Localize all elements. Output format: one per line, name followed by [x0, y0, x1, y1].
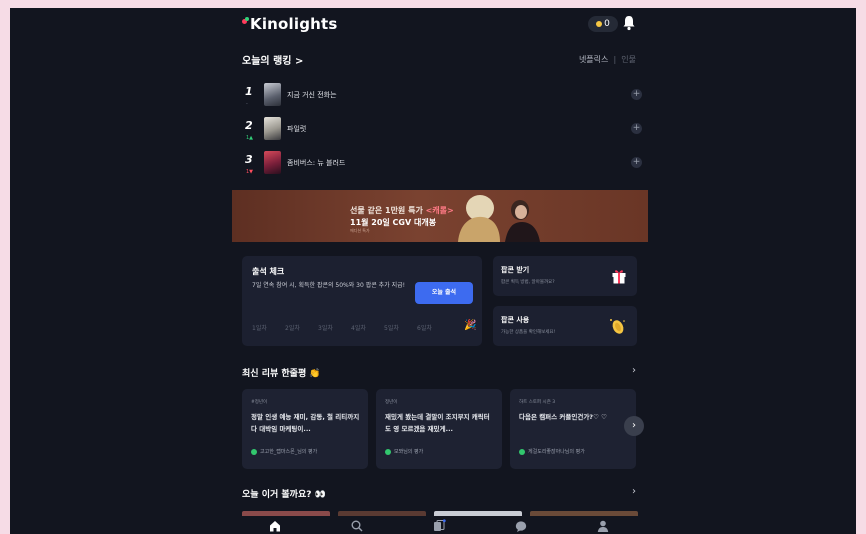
popcorn-count: 0 [604, 19, 610, 29]
review-text: 재밌게 봤는데 결말이 조지부지 캐릭터도 영 모르겠음 재밌게... [385, 413, 490, 433]
chat-icon[interactable] [514, 519, 528, 533]
review-card[interactable]: 정년이 재밌게 봤는데 결말이 조지부지 캐릭터도 영 모르겠음 재밌게... … [376, 389, 502, 469]
reviews-section-title: 최신 리뷰 한줄평 👏 [242, 369, 321, 379]
popcorn-get-subtitle: 팝콘 획득 방법, 알아볼까요? [501, 280, 555, 285]
rank-title: 지금 거신 전화는 [287, 91, 337, 99]
main-column: Kinolights 0 오늘의 랭킹 > 넷플릭스 | 인물 1 - 지금 거… [232, 8, 648, 534]
logo-text: Kinolights [250, 15, 338, 33]
review-card[interactable]: 하트 스토퍼 시즌 3 다음은 캠퍼스 커플인건가?♡ ♡ 게걸도리좋잖아나님의… [510, 389, 636, 469]
poster-thumbnail [264, 83, 281, 106]
review-author: 모뫄님의 평가 [385, 448, 423, 455]
logo-green-dot [245, 17, 249, 21]
day-label: 4일차 [351, 325, 366, 332]
ranking-source-tabs: 넷플릭스 | 인물 [579, 54, 636, 65]
banner-line3: 에디션 특가 [350, 228, 370, 233]
banner-photo [458, 195, 540, 242]
review-tag: 하트 스토퍼 시즌 3 [519, 400, 556, 405]
chevron-right-icon[interactable]: › [632, 365, 636, 376]
review-author-text: 고고한_랩마스몬_님의 평가 [260, 449, 318, 455]
search-icon[interactable] [350, 519, 364, 533]
rank-change: 1▲ [246, 135, 254, 141]
rank-change: 1▼ [246, 169, 254, 175]
popcorn-balance[interactable]: 0 [588, 16, 618, 32]
user-avatar-icon [519, 448, 525, 455]
rank-title: 좀비버스: 뉴 블러드 [287, 159, 346, 167]
popcorn-get-card[interactable]: 팝콘 받기 팝콘 획득 방법, 알아볼까요? [493, 256, 637, 296]
review-text: 정말 인생 예능 재미, 감동, 철 리티까지 다 대박임 마케팅이... [251, 413, 360, 433]
rank-number: 3 [245, 153, 253, 166]
rank-change: - [246, 101, 248, 107]
poster-thumbnail [264, 117, 281, 140]
tab-people[interactable]: 인물 [621, 55, 636, 64]
review-tag: #정년이 [251, 400, 268, 405]
carousel-next-button[interactable]: › [624, 416, 644, 436]
kinolights-logo[interactable]: Kinolights [242, 15, 338, 33]
user-avatar-icon [385, 448, 391, 455]
review-author-text: 게걸도리좋잖아나님의 평가 [528, 449, 585, 455]
review-card[interactable]: #정년이 정말 인생 예능 재미, 감동, 철 리티까지 다 대박임 마케팅이.… [242, 389, 368, 469]
day-label: 2일차 [285, 325, 300, 332]
ranking-item[interactable]: 3 1▼ 좀비버스: 뉴 블러드 + [242, 150, 642, 178]
app-frame: Kinolights 0 오늘의 랭킹 > 넷플릭스 | 인물 1 - 지금 거… [10, 8, 856, 534]
today-section-title: 오늘 이거 볼까요? 👀 [242, 490, 326, 500]
attendance-card: 출석 체크 7일 연속 참여 시, 획득한 팝콘의 50%와 30 팝콘 추가 … [242, 256, 482, 346]
popcorn-use-title: 팝콘 사용 [501, 316, 530, 324]
banner-line2: 11월 20일 CGV 대개봉 [350, 218, 437, 227]
attendance-title: 출석 체크 [252, 267, 285, 276]
home-icon[interactable] [268, 519, 282, 533]
check-in-button[interactable]: 오늘 출석 [415, 282, 473, 304]
community-icon[interactable] [432, 519, 446, 533]
attendance-days: 1일차 2일차 3일차 4일차 5일차 6일차 [252, 323, 472, 333]
rank-number: 2 [245, 119, 253, 132]
ranking-title[interactable]: 오늘의 랭킹 > [242, 52, 303, 67]
add-icon[interactable]: + [631, 89, 642, 100]
coin-icon [610, 319, 625, 334]
party-popper-icon: 🎉 [464, 320, 477, 331]
chevron-right-icon[interactable]: › [632, 486, 636, 497]
review-author-text: 모뫄님의 평가 [394, 449, 424, 455]
review-tag: 정년이 [385, 400, 398, 405]
add-icon[interactable]: + [631, 123, 642, 134]
bottom-navigation [232, 516, 648, 534]
review-text: 다음은 캠퍼스 커플인건가?♡ ♡ [519, 413, 607, 421]
rank-number: 1 [245, 85, 253, 98]
day-label: 3일차 [318, 325, 333, 332]
top-header: Kinolights 0 [232, 8, 648, 42]
banner-line1: 선물 같은 1만원 특가 <캐롤> [350, 205, 454, 216]
poster-thumbnail [264, 151, 281, 174]
review-author: 게걸도리좋잖아나님의 평가 [519, 448, 585, 455]
add-icon[interactable]: + [631, 157, 642, 168]
promo-banner[interactable]: 선물 같은 1만원 특가 <캐롤> 11월 20일 CGV 대개봉 에디션 특가 [232, 190, 648, 242]
popcorn-use-card[interactable]: 팝콘 사용 가능한 상품을 확인해보세요! [493, 306, 637, 346]
profile-icon[interactable] [596, 519, 610, 533]
popcorn-use-subtitle: 가능한 상품을 확인해보세요! [501, 330, 556, 335]
day-label: 6일차 [417, 325, 432, 332]
popcorn-icon [596, 20, 603, 27]
gift-icon [612, 270, 626, 284]
tab-netflix[interactable]: 넷플릭스 [579, 55, 608, 64]
rank-title: 파일럿 [287, 125, 307, 133]
day-label: 1일차 [252, 325, 267, 332]
banner-background [232, 190, 648, 242]
popcorn-get-title: 팝콘 받기 [501, 266, 530, 274]
review-author: 고고한_랩마스몬_님의 평가 [251, 448, 317, 455]
ranking-item[interactable]: 2 1▲ 파일럿 + [242, 116, 642, 144]
bell-icon[interactable] [622, 15, 636, 31]
ranking-item[interactable]: 1 - 지금 거신 전화는 + [242, 82, 642, 110]
attendance-description: 7일 연속 참여 시, 획득한 팝콘의 50%와 30 팝콘 추가 지급! [252, 282, 406, 289]
banner-line1-text: 선물 같은 1만원 특가 [350, 206, 426, 215]
day-label: 5일차 [384, 325, 399, 332]
user-avatar-icon [251, 448, 257, 455]
tab-divider: | [610, 55, 619, 64]
